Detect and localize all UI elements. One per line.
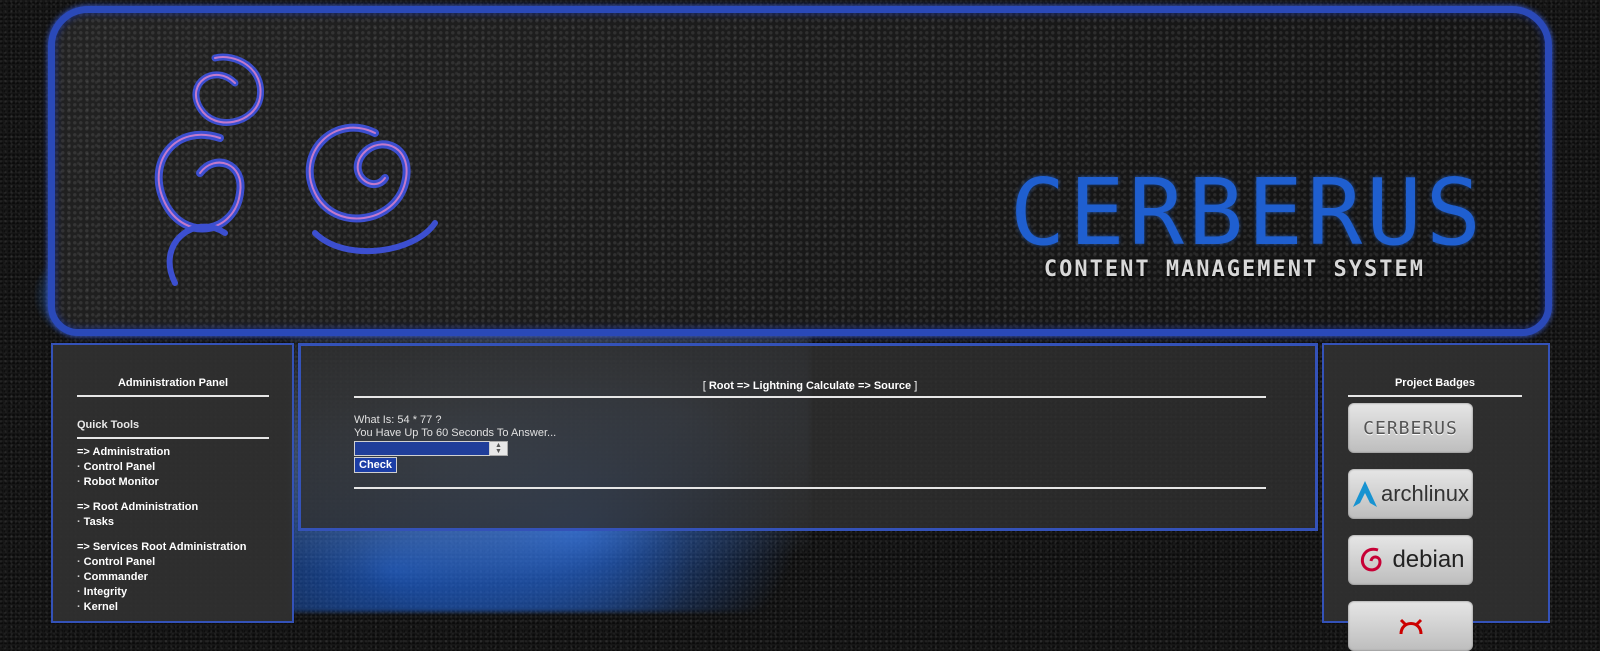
bullet-icon: · — [77, 461, 81, 473]
bullet-icon: · — [77, 556, 81, 568]
divider — [77, 395, 269, 397]
nav-link[interactable]: Tasks — [84, 516, 114, 528]
chevron-down-icon[interactable]: ▼ — [495, 448, 502, 455]
nav-link[interactable]: Control Panel — [84, 556, 156, 568]
breadcrumb-open: [ — [702, 380, 706, 392]
badge-label: debian — [1392, 546, 1465, 573]
breadcrumb-close: ] — [914, 380, 918, 392]
project-badges-panel: Project Badges CERBERUS archlinux debian — [1322, 343, 1550, 651]
banner-title: CERBERUS — [1009, 159, 1485, 266]
cerberus-logo-icon: CERBERUS — [1363, 417, 1458, 439]
check-button[interactable]: Check — [354, 457, 398, 473]
nav-link[interactable]: => Administration — [77, 446, 170, 458]
site-banner: CERBERUS CONTENT MANAGEMENT SYSTEM — [48, 6, 1552, 336]
nav-link[interactable]: Control Panel — [84, 461, 156, 473]
daemon-logo-icon — [1399, 618, 1422, 635]
bullet-icon: · — [77, 601, 81, 613]
bullet-icon: · — [77, 476, 81, 488]
nav-item-control-panel[interactable]: · Control Panel — [77, 460, 269, 475]
nav-link[interactable]: Robot Monitor — [84, 476, 159, 488]
triskelion-logo-icon — [154, 53, 438, 286]
math-question: What Is: 54 * 77 ? — [354, 414, 442, 426]
divider — [354, 396, 1266, 398]
main-content-panel: [ Root => Lightning Calculate => Source … — [298, 343, 1318, 531]
administration-panel: Administration Panel Quick Tools => Admi… — [51, 343, 294, 623]
answer-stepper[interactable]: ▲ ▼ — [490, 441, 508, 456]
bullet-icon: · — [77, 516, 81, 528]
nav-link[interactable]: => Root Administration — [77, 501, 198, 513]
nav-item-commander[interactable]: · Commander — [77, 570, 269, 585]
nav-group-administration[interactable]: => Administration — [77, 445, 269, 460]
divider — [354, 487, 1266, 489]
nav-item-tasks[interactable]: · Tasks — [77, 515, 269, 530]
badge-archlinux[interactable]: archlinux — [1348, 469, 1473, 519]
breadcrumb-path[interactable]: Root => Lightning Calculate => Source — [709, 380, 911, 392]
arch-logo-icon — [1352, 481, 1377, 507]
timer-text: You Have Up To 60 Seconds To Answer... — [354, 427, 557, 439]
nav-link[interactable]: Commander — [84, 571, 148, 583]
admin-nav: => Administration · Control Panel · Robot … — [77, 445, 269, 615]
divider — [1348, 395, 1522, 397]
nav-link[interactable]: Integrity — [84, 586, 127, 598]
debian-swirl-icon — [1361, 547, 1382, 572]
quick-tools-heading: Quick Tools — [77, 419, 140, 431]
badge-cerberus[interactable]: CERBERUS — [1348, 403, 1473, 453]
bullet-icon: · — [77, 586, 81, 598]
nav-item-control-panel[interactable]: · Control Panel — [77, 555, 269, 570]
answer-input[interactable] — [354, 441, 490, 456]
nav-link[interactable]: Kernel — [84, 601, 118, 613]
breadcrumb: [ Root => Lightning Calculate => Source … — [354, 380, 1266, 392]
divider — [77, 437, 269, 439]
panel-heading: Administration Panel — [117, 377, 229, 389]
badge-debian[interactable]: debian — [1348, 535, 1473, 585]
nav-link[interactable]: => Services Root Administration — [77, 541, 247, 553]
panel-heading: Project Badges — [1394, 377, 1476, 389]
nav-item-kernel[interactable]: · Kernel — [77, 600, 269, 615]
nav-group-root-administration[interactable]: => Root Administration — [77, 500, 269, 515]
nav-item-robot-monitor[interactable]: · Robot Monitor — [77, 475, 269, 490]
badge-label: archlinux — [1380, 481, 1470, 506]
banner-subtitle: CONTENT MANAGEMENT SYSTEM — [1043, 257, 1425, 282]
nav-group-services-root-administration[interactable]: => Services Root Administration — [77, 540, 269, 555]
nav-item-integrity[interactable]: · Integrity — [77, 585, 269, 600]
badge-daemon[interactable] — [1348, 601, 1473, 651]
bullet-icon: · — [77, 571, 81, 583]
answer-row: ▲ ▼ — [354, 441, 1266, 456]
